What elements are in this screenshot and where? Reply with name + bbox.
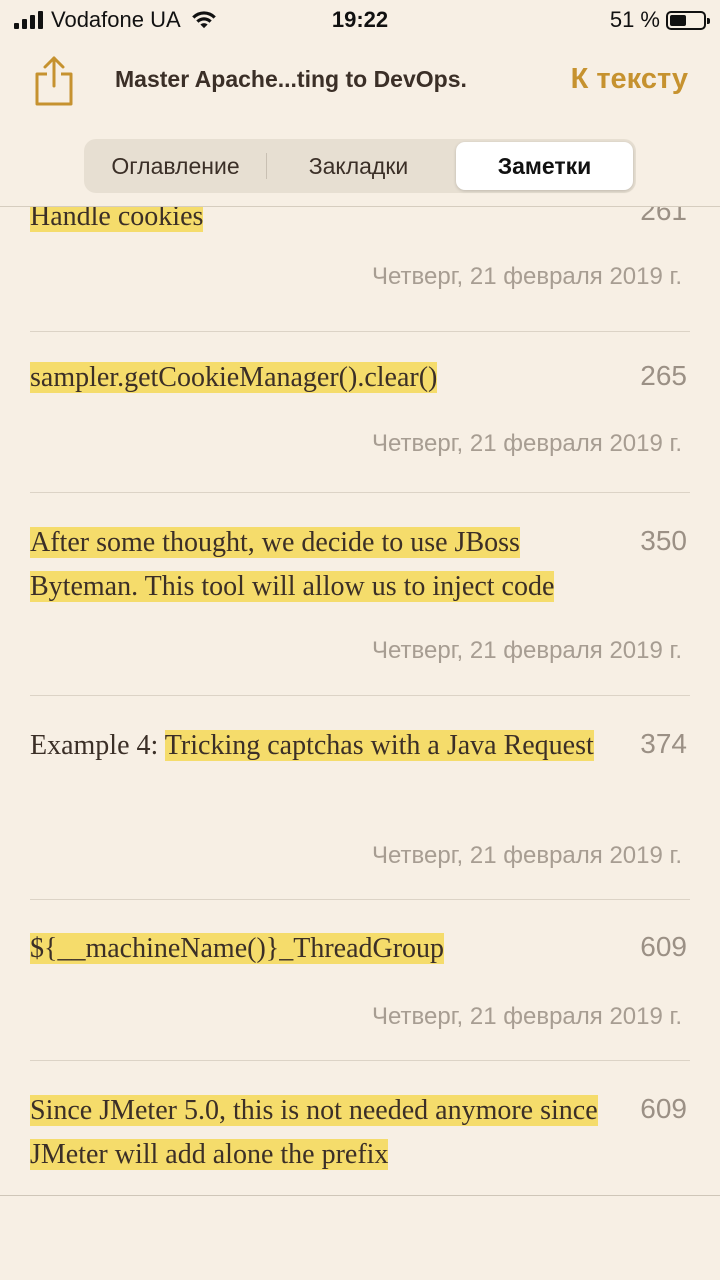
note-highlight: Tricking captchas with a Java Request (164, 730, 594, 761)
list-item[interactable]: Handle cookies 261 Четверг, 21 февраля 2… (0, 207, 720, 331)
bottom-divider (0, 1195, 720, 1196)
list-item[interactable]: Example 4: Tricking captchas with a Java… (0, 724, 720, 900)
tab-notes[interactable]: Заметки (456, 142, 633, 190)
note-page-number: 350 (640, 525, 687, 556)
battery-percent: 51 % (609, 7, 660, 32)
tab-bookmarks[interactable]: Закладки (267, 139, 450, 193)
note-highlight: ${__machineName()}_ThreadGroup (30, 933, 445, 964)
tab-contents[interactable]: Оглавление (84, 139, 267, 193)
note-date: Четверг, 21 февраля 2019 г. (372, 1003, 682, 1030)
note-page-number: 265 (640, 360, 687, 391)
note-text: After some thought, we decide to use JBo… (30, 521, 600, 609)
note-highlight: After some thought, we decide to use JBo… (30, 527, 555, 602)
note-date: Четверг, 21 февраля 2019 г. (372, 842, 682, 869)
note-highlight: Handle cookies (30, 207, 204, 232)
status-bar: Vodafone UA 19:22 51 % (0, 0, 720, 40)
segmented-control: Оглавление Закладки Заметки (84, 139, 636, 193)
divider (30, 492, 690, 493)
list-item[interactable]: sampler.getCookieManager().clear() 265 Ч… (0, 356, 720, 492)
list-item[interactable]: Since JMeter 5.0, this is not needed any… (0, 1089, 720, 1195)
note-page-number: 374 (640, 728, 687, 759)
divider (30, 1060, 690, 1061)
divider (30, 899, 690, 900)
notes-list: Handle cookies 261 Четверг, 21 февраля 2… (0, 207, 720, 1195)
note-text: ${__machineName()}_ThreadGroup (30, 927, 600, 971)
share-button[interactable] (30, 54, 78, 108)
battery-icon (666, 10, 710, 30)
divider (30, 331, 690, 332)
note-page-number: 609 (640, 1093, 687, 1124)
status-right: 51 % (609, 7, 710, 33)
nav-bar: Master Apache...ting to DevOps. К тексту (0, 50, 720, 114)
book-title: Master Apache...ting to DevOps. (115, 66, 467, 92)
note-page-number: 609 (640, 931, 687, 962)
note-highlight: sampler.getCookieManager().clear() (30, 362, 438, 393)
note-page-number: 261 (640, 207, 687, 226)
list-item[interactable]: After some thought, we decide to use JBo… (0, 521, 720, 697)
note-text: Handle cookies (30, 207, 600, 239)
list-item[interactable]: ${__machineName()}_ThreadGroup 609 Четве… (0, 927, 720, 1063)
note-text: Example 4: Tricking captchas with a Java… (30, 730, 594, 761)
divider (30, 695, 690, 696)
note-text: Since JMeter 5.0, this is not needed any… (30, 1089, 600, 1177)
share-icon (35, 56, 73, 106)
note-date: Четверг, 21 февраля 2019 г. (372, 637, 682, 664)
note-date: Четверг, 21 февраля 2019 г. (372, 263, 682, 290)
back-to-text-button[interactable]: К тексту (571, 63, 688, 96)
note-date: Четверг, 21 февраля 2019 г. (372, 430, 682, 457)
note-text: sampler.getCookieManager().clear() (30, 356, 600, 400)
note-highlight: Since JMeter 5.0, this is not needed any… (30, 1095, 598, 1170)
